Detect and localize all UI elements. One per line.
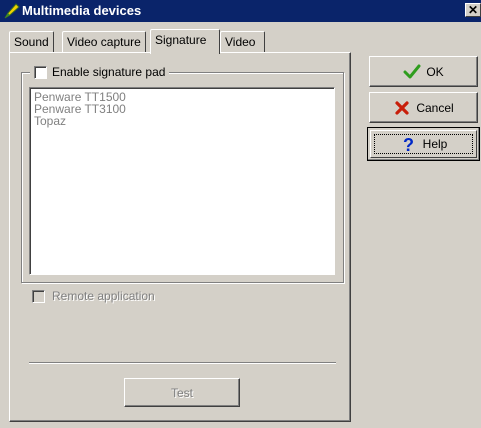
window-title: Multimedia devices — [22, 3, 142, 18]
title-bar[interactable]: Multimedia devices ✕ — [0, 0, 481, 22]
tab-video-capture[interactable]: Video capture — [62, 31, 146, 52]
help-button-label: Help — [422, 137, 448, 151]
enable-signature-pad-label[interactable]: Enable signature pad — [52, 65, 165, 79]
checkmark-icon — [403, 63, 421, 81]
tab-video[interactable]: Video — [220, 31, 265, 52]
pen-icon — [3, 2, 21, 20]
ok-button[interactable]: OK — [369, 56, 478, 87]
signature-tab-panel — [9, 52, 351, 422]
ok-button-label: OK — [426, 64, 444, 79]
help-button[interactable]: ? Help — [367, 127, 480, 161]
enable-signature-pad-checkbox[interactable] — [34, 65, 47, 79]
dialog-window: Multimedia devices ✕ Sound Video capture… — [0, 0, 481, 428]
cancel-button-label: Cancel — [416, 100, 454, 115]
cancel-x-icon — [393, 99, 411, 117]
close-button[interactable]: ✕ — [465, 3, 481, 17]
tab-sound[interactable]: Sound — [9, 31, 54, 52]
tab-signature[interactable]: Signature — [150, 29, 220, 54]
question-mark-icon: ? — [400, 135, 418, 155]
cancel-button[interactable]: Cancel — [369, 92, 478, 123]
enable-signature-pad-row[interactable]: Enable signature pad — [30, 63, 170, 81]
help-button-face: ? Help — [370, 130, 477, 158]
svg-text:?: ? — [403, 135, 414, 153]
